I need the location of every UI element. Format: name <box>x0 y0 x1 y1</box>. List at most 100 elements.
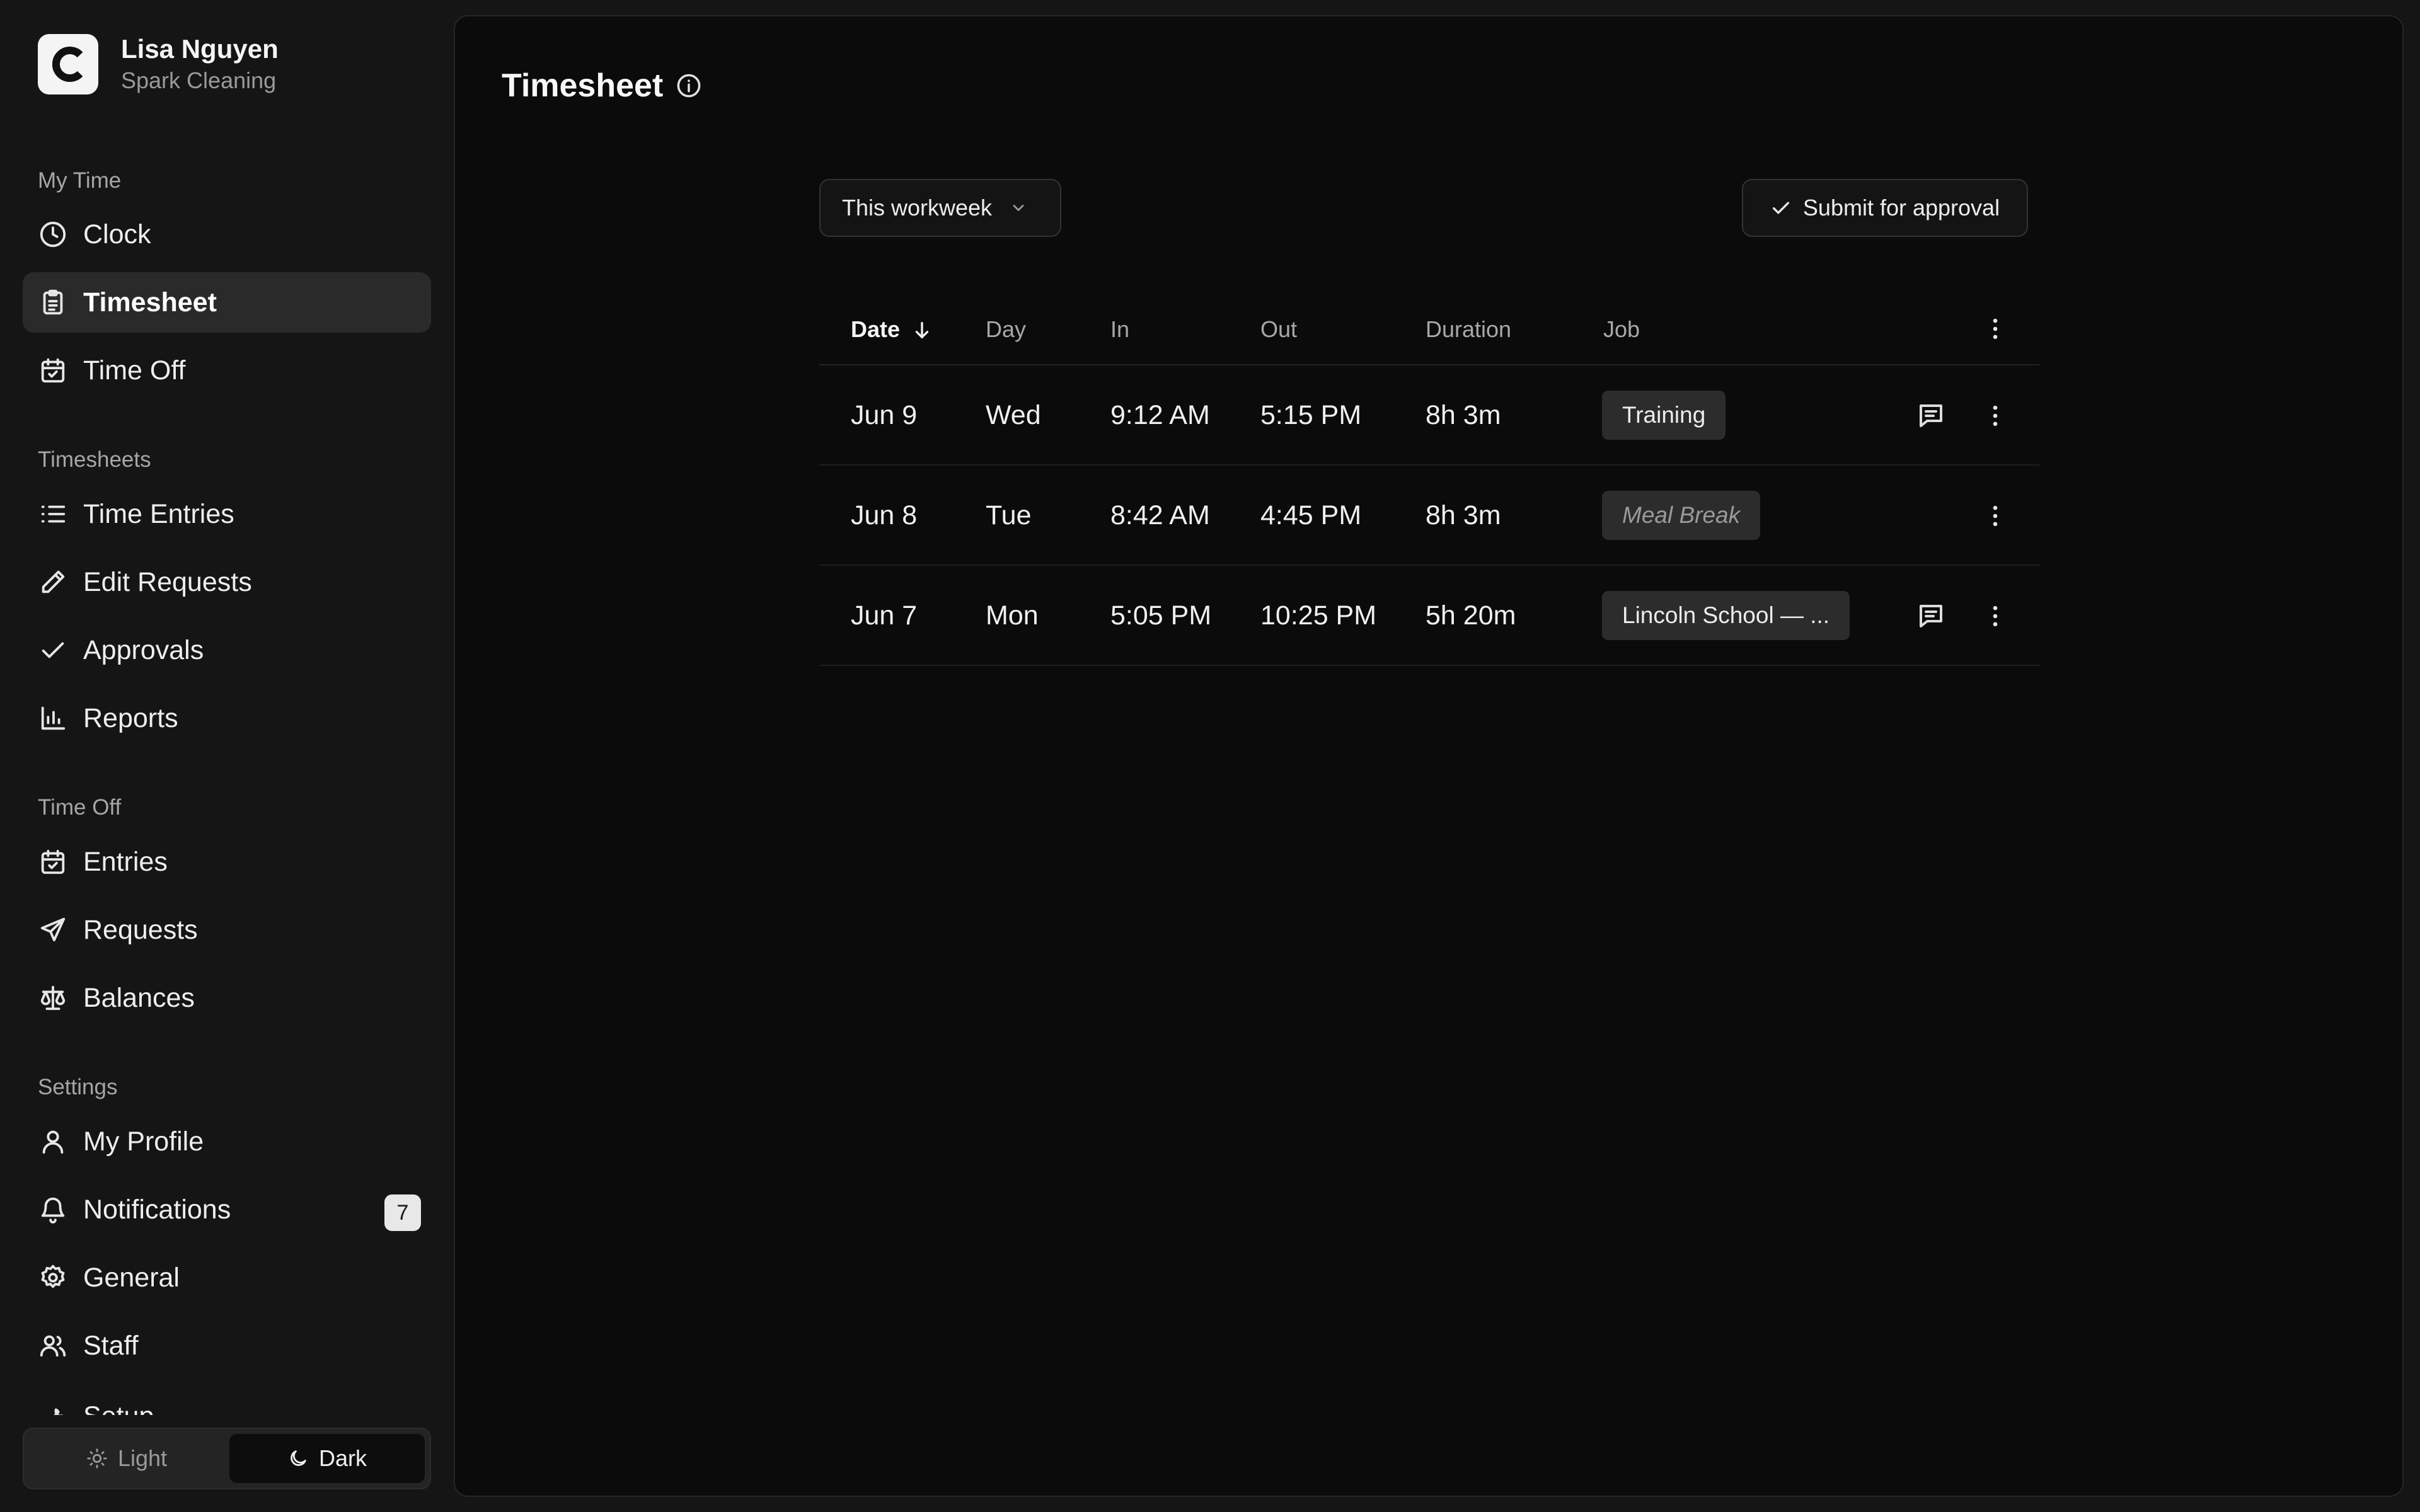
submit-button-label: Submit for approval <box>1802 195 2000 220</box>
submit-for-approval-button[interactable]: Submit for approval <box>1742 179 2028 237</box>
sidebar-item-reports[interactable]: Reports <box>23 688 431 748</box>
cell-date: Jun 9 <box>851 400 918 430</box>
theme-dark-button[interactable]: Dark <box>229 1434 425 1483</box>
note-icon[interactable] <box>1912 397 1950 435</box>
column-header-out[interactable]: Out <box>1260 315 1297 344</box>
row-options-kebab-icon[interactable] <box>1976 497 2014 535</box>
sidebar-item-my-profile[interactable]: My Profile <box>23 1111 431 1172</box>
table-row[interactable]: Jun 7 Mon 5:05 PM 10:25 PM 5h 20m Lincol… <box>819 566 2039 666</box>
job-tag[interactable]: Training <box>1602 391 1726 440</box>
sidebar-item-entries[interactable]: Entries <box>23 832 431 892</box>
check-icon <box>1772 202 1789 214</box>
row-options-kebab-icon[interactable] <box>1976 597 2014 635</box>
column-header-day[interactable]: Day <box>986 315 1026 344</box>
sidebar-item-setup[interactable]: Setup <box>23 1386 431 1415</box>
cell-out: 10:25 PM <box>1260 600 1377 631</box>
calendar-check-icon <box>38 355 68 386</box>
info-icon[interactable] <box>676 72 702 99</box>
sidebar-item-approvals[interactable]: Approvals <box>23 620 431 680</box>
calendar-check-icon <box>38 847 68 877</box>
cell-date: Jun 7 <box>851 600 918 631</box>
column-header-date[interactable]: Date <box>851 315 933 344</box>
sidebar-item-time-entries[interactable]: Time Entries <box>23 484 431 544</box>
sidebar-item-label: Reports <box>83 702 178 733</box>
sidebar-scroll-clip: Setup <box>0 1386 454 1415</box>
clipboard-icon <box>38 287 68 318</box>
column-header-job[interactable]: Job <box>1603 315 1640 344</box>
clock-icon <box>38 219 68 249</box>
sun-icon <box>87 1448 107 1469</box>
sidebar-item-time-off[interactable]: Time Off <box>23 340 431 401</box>
table-row[interactable]: Jun 8 Tue 8:42 AM 4:45 PM 8h 3m Meal Bre… <box>819 466 2039 566</box>
sidebar-item-balances[interactable]: Balances <box>23 968 431 1028</box>
sidebar-item-label: Approvals <box>83 634 204 665</box>
list-icon <box>38 499 68 529</box>
send-icon <box>38 915 68 945</box>
check-icon <box>38 635 68 665</box>
sidebar-item-label: Time Off <box>83 355 186 386</box>
arrow-down-icon <box>911 319 933 340</box>
cell-duration: 8h 3m <box>1426 500 1501 530</box>
job-tag[interactable]: Lincoln School — ... <box>1602 591 1850 640</box>
sidebar-item-edit-requests[interactable]: Edit Requests <box>23 552 431 612</box>
cell-day: Mon <box>986 600 1039 631</box>
theme-light-label: Light <box>117 1445 168 1471</box>
cell-duration: 8h 3m <box>1426 400 1501 430</box>
sidebar-item-general[interactable]: General <box>23 1247 431 1308</box>
sidebar-item-label: Timesheet <box>83 287 217 318</box>
sidebar-item-notifications[interactable]: Notifications 7 <box>23 1179 431 1240</box>
logo-c-icon <box>52 47 83 82</box>
cell-in: 9:12 AM <box>1110 400 1210 430</box>
chevron-down-icon <box>1010 199 1027 217</box>
column-header-label: Date <box>851 316 901 342</box>
company-logo <box>38 34 98 94</box>
table-header: Date Day In Out Duration Job <box>819 294 2039 365</box>
app-window: Lisa Nguyen Spark Cleaning My Time Clock… <box>0 0 2420 1512</box>
note-icon[interactable] <box>1912 597 1950 635</box>
pencil-icon <box>38 567 68 597</box>
sidebar-item-label: Requests <box>83 914 198 945</box>
main-panel: Timesheet This workweek Submit for appro… <box>454 15 2404 1497</box>
column-header-duration[interactable]: Duration <box>1426 315 1511 344</box>
sidebar-item-label: General <box>83 1262 180 1293</box>
notifications-count-badge: 7 <box>384 1194 421 1231</box>
period-select[interactable]: This workweek <box>819 179 1061 237</box>
sidebar-item-label: Setup <box>83 1401 154 1416</box>
page-title: Timesheet <box>502 67 664 104</box>
sidebar-item-clock[interactable]: Clock <box>23 204 431 265</box>
sidebar-item-staff[interactable]: Staff <box>23 1315 431 1376</box>
sidebar-item-label: My Profile <box>83 1126 204 1157</box>
sidebar-item-timesheet[interactable]: Timesheet <box>23 272 431 333</box>
period-select-value: This workweek <box>842 195 993 220</box>
section-label-time-off: Time Off <box>38 795 122 820</box>
moon-icon <box>291 1450 306 1466</box>
user-name: Lisa Nguyen <box>121 34 279 64</box>
table-row[interactable]: Jun 9 Wed 9:12 AM 5:15 PM 8h 3m Training <box>819 365 2039 466</box>
organization-name: Spark Cleaning <box>121 67 277 93</box>
user-icon <box>38 1126 68 1157</box>
sidebar-item-label: Notifications <box>83 1194 231 1225</box>
sidebar-item-label: Clock <box>83 219 151 249</box>
gear-icon <box>38 1263 68 1293</box>
page-header: Timesheet <box>502 54 702 117</box>
column-header-in[interactable]: In <box>1110 315 1129 344</box>
timesheet-table: Date Day In Out Duration Job Jun 9 Wed 9… <box>819 294 2039 666</box>
cell-out: 5:15 PM <box>1260 400 1362 430</box>
scale-icon <box>38 983 68 1013</box>
account-switcher[interactable]: Lisa Nguyen Spark Cleaning <box>38 34 279 94</box>
job-tag[interactable]: Meal Break <box>1602 491 1761 540</box>
sidebar-item-label: Edit Requests <box>83 566 252 597</box>
section-label-settings: Settings <box>38 1075 118 1099</box>
cell-date: Jun 8 <box>851 500 918 530</box>
cell-day: Wed <box>986 400 1041 430</box>
table-options-kebab-icon[interactable] <box>1976 310 2014 348</box>
cell-duration: 5h 20m <box>1426 600 1516 631</box>
sidebar-item-requests[interactable]: Requests <box>23 900 431 960</box>
cell-in: 8:42 AM <box>1110 500 1210 530</box>
row-options-kebab-icon[interactable] <box>1976 397 2014 435</box>
theme-light-button[interactable]: Light <box>29 1434 224 1483</box>
cell-in: 5:05 PM <box>1110 600 1212 631</box>
bar-chart-icon <box>38 703 68 733</box>
cell-day: Tue <box>986 500 1032 530</box>
sidebar-item-label: Staff <box>83 1330 139 1361</box>
